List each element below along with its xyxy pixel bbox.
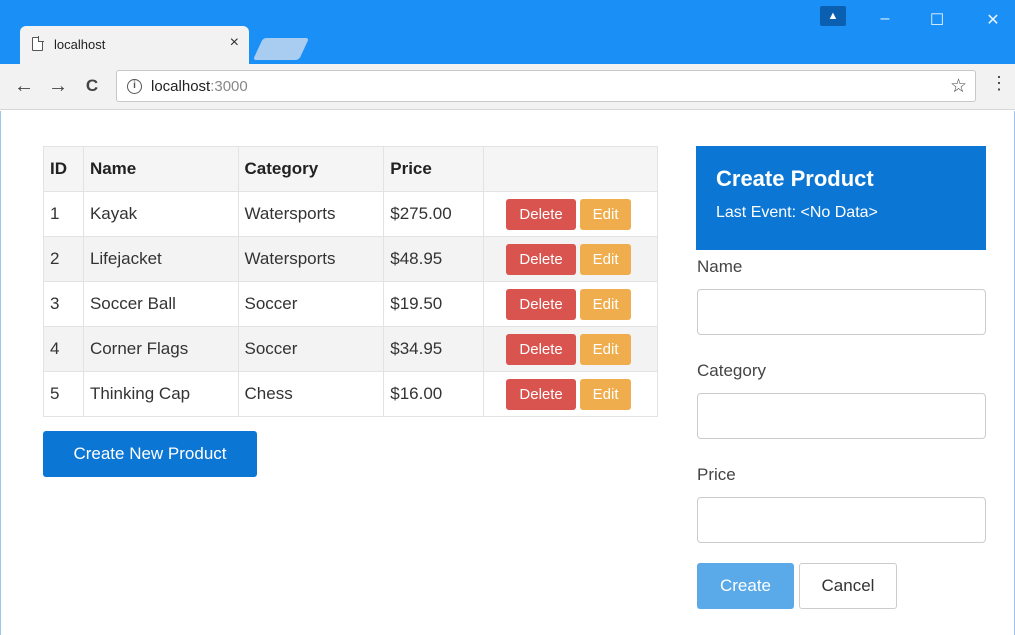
price-input[interactable] [697, 497, 986, 543]
header-name: Name [82, 146, 239, 192]
cell-price: $48.95 [383, 236, 485, 282]
maximize-icon[interactable]: ☐ [922, 10, 952, 30]
address-bar[interactable]: i localhost:3000 ☆ [116, 70, 976, 102]
products-table: ID Name Category Price 1 Kayak Watersports… [43, 146, 658, 417]
cell-category: Watersports [237, 236, 385, 282]
edit-button[interactable]: Edit [580, 378, 632, 410]
cell-price: $34.95 [383, 326, 485, 372]
cell-name: Kayak [82, 191, 239, 237]
browser-menu-icon[interactable]: ⋮ [990, 73, 1008, 94]
header-category: Category [237, 146, 385, 192]
create-product-panel-header: Create Product Last Event: <No Data> [696, 146, 986, 250]
browser-tab[interactable]: localhost × [20, 26, 249, 64]
create-new-product-button[interactable]: Create New Product [43, 431, 257, 477]
browser-titlebar: localhost × ▲ – ☐ ✕ [0, 0, 1015, 64]
cell-actions: Delete Edit [483, 236, 658, 282]
profile-icon[interactable]: ▲ [820, 6, 846, 26]
delete-button[interactable]: Delete [506, 378, 577, 410]
page-icon [32, 36, 44, 51]
name-label: Name [697, 257, 743, 276]
cell-category: Watersports [237, 191, 385, 237]
table-row: 1 Kayak Watersports $275.00 Delete Edit [43, 191, 658, 237]
panel-title: Create Product [716, 166, 874, 191]
header-price: Price [383, 146, 485, 192]
cell-actions: Delete Edit [483, 281, 658, 327]
delete-button[interactable]: Delete [506, 333, 577, 365]
new-tab-button[interactable] [252, 38, 310, 60]
cell-actions: Delete Edit [483, 326, 658, 372]
cell-category: Soccer [237, 326, 385, 372]
price-label: Price [697, 465, 736, 484]
cell-id: 3 [43, 281, 84, 327]
forward-icon[interactable]: → [46, 74, 70, 98]
cell-id: 1 [43, 191, 84, 237]
cell-price: $275.00 [383, 191, 485, 237]
edit-button[interactable]: Edit [580, 198, 632, 230]
tab-close-icon[interactable]: × [230, 34, 239, 52]
table-row: 2 Lifejacket Watersports $48.95 Delete Edit [43, 236, 658, 282]
cell-category: Soccer [237, 281, 385, 327]
cell-name: Lifejacket [82, 236, 239, 282]
category-label: Category [697, 361, 766, 380]
table-row: 3 Soccer Ball Soccer $19.50 Delete Edit [43, 281, 658, 327]
delete-button[interactable]: Delete [506, 243, 577, 275]
edit-button[interactable]: Edit [580, 288, 632, 320]
edit-button[interactable]: Edit [580, 333, 632, 365]
cell-name: Thinking Cap [82, 371, 239, 417]
create-button[interactable]: Create [697, 563, 794, 609]
table-row: 5 Thinking Cap Chess $16.00 Delete Edit [43, 371, 658, 417]
header-id: ID [43, 146, 84, 192]
cell-actions: Delete Edit [483, 371, 658, 417]
cell-id: 5 [43, 371, 84, 417]
category-input[interactable] [697, 393, 986, 439]
edit-button[interactable]: Edit [580, 243, 632, 275]
browser-toolbar: ← → C i localhost:3000 ☆ ⋮ [0, 64, 1015, 110]
cell-name: Soccer Ball [82, 281, 239, 327]
info-icon[interactable]: i [127, 79, 142, 94]
delete-button[interactable]: Delete [506, 198, 577, 230]
name-input[interactable] [697, 289, 986, 335]
table-header-row: ID Name Category Price [43, 146, 658, 192]
minimize-icon[interactable]: – [870, 10, 900, 28]
reload-icon[interactable]: C [80, 74, 104, 98]
close-window-icon[interactable]: ✕ [978, 10, 1008, 30]
cancel-button[interactable]: Cancel [799, 563, 897, 609]
cell-name: Corner Flags [82, 326, 239, 372]
cell-actions: Delete Edit [483, 191, 658, 237]
header-actions [483, 146, 658, 192]
back-icon[interactable]: ← [12, 74, 36, 98]
cell-category: Chess [237, 371, 385, 417]
page-content: ID Name Category Price 1 Kayak Watersports… [0, 111, 1015, 635]
cell-id: 2 [43, 236, 84, 282]
cell-id: 4 [43, 326, 84, 372]
table-row: 4 Corner Flags Soccer $34.95 Delete Edit [43, 326, 658, 372]
cell-price: $16.00 [383, 371, 485, 417]
bookmark-star-icon[interactable]: ☆ [950, 75, 967, 98]
url-text: localhost:3000 [151, 78, 248, 95]
cell-price: $19.50 [383, 281, 485, 327]
tab-title: localhost [54, 37, 106, 52]
last-event-text: Last Event: <No Data> [716, 204, 878, 221]
delete-button[interactable]: Delete [506, 288, 577, 320]
